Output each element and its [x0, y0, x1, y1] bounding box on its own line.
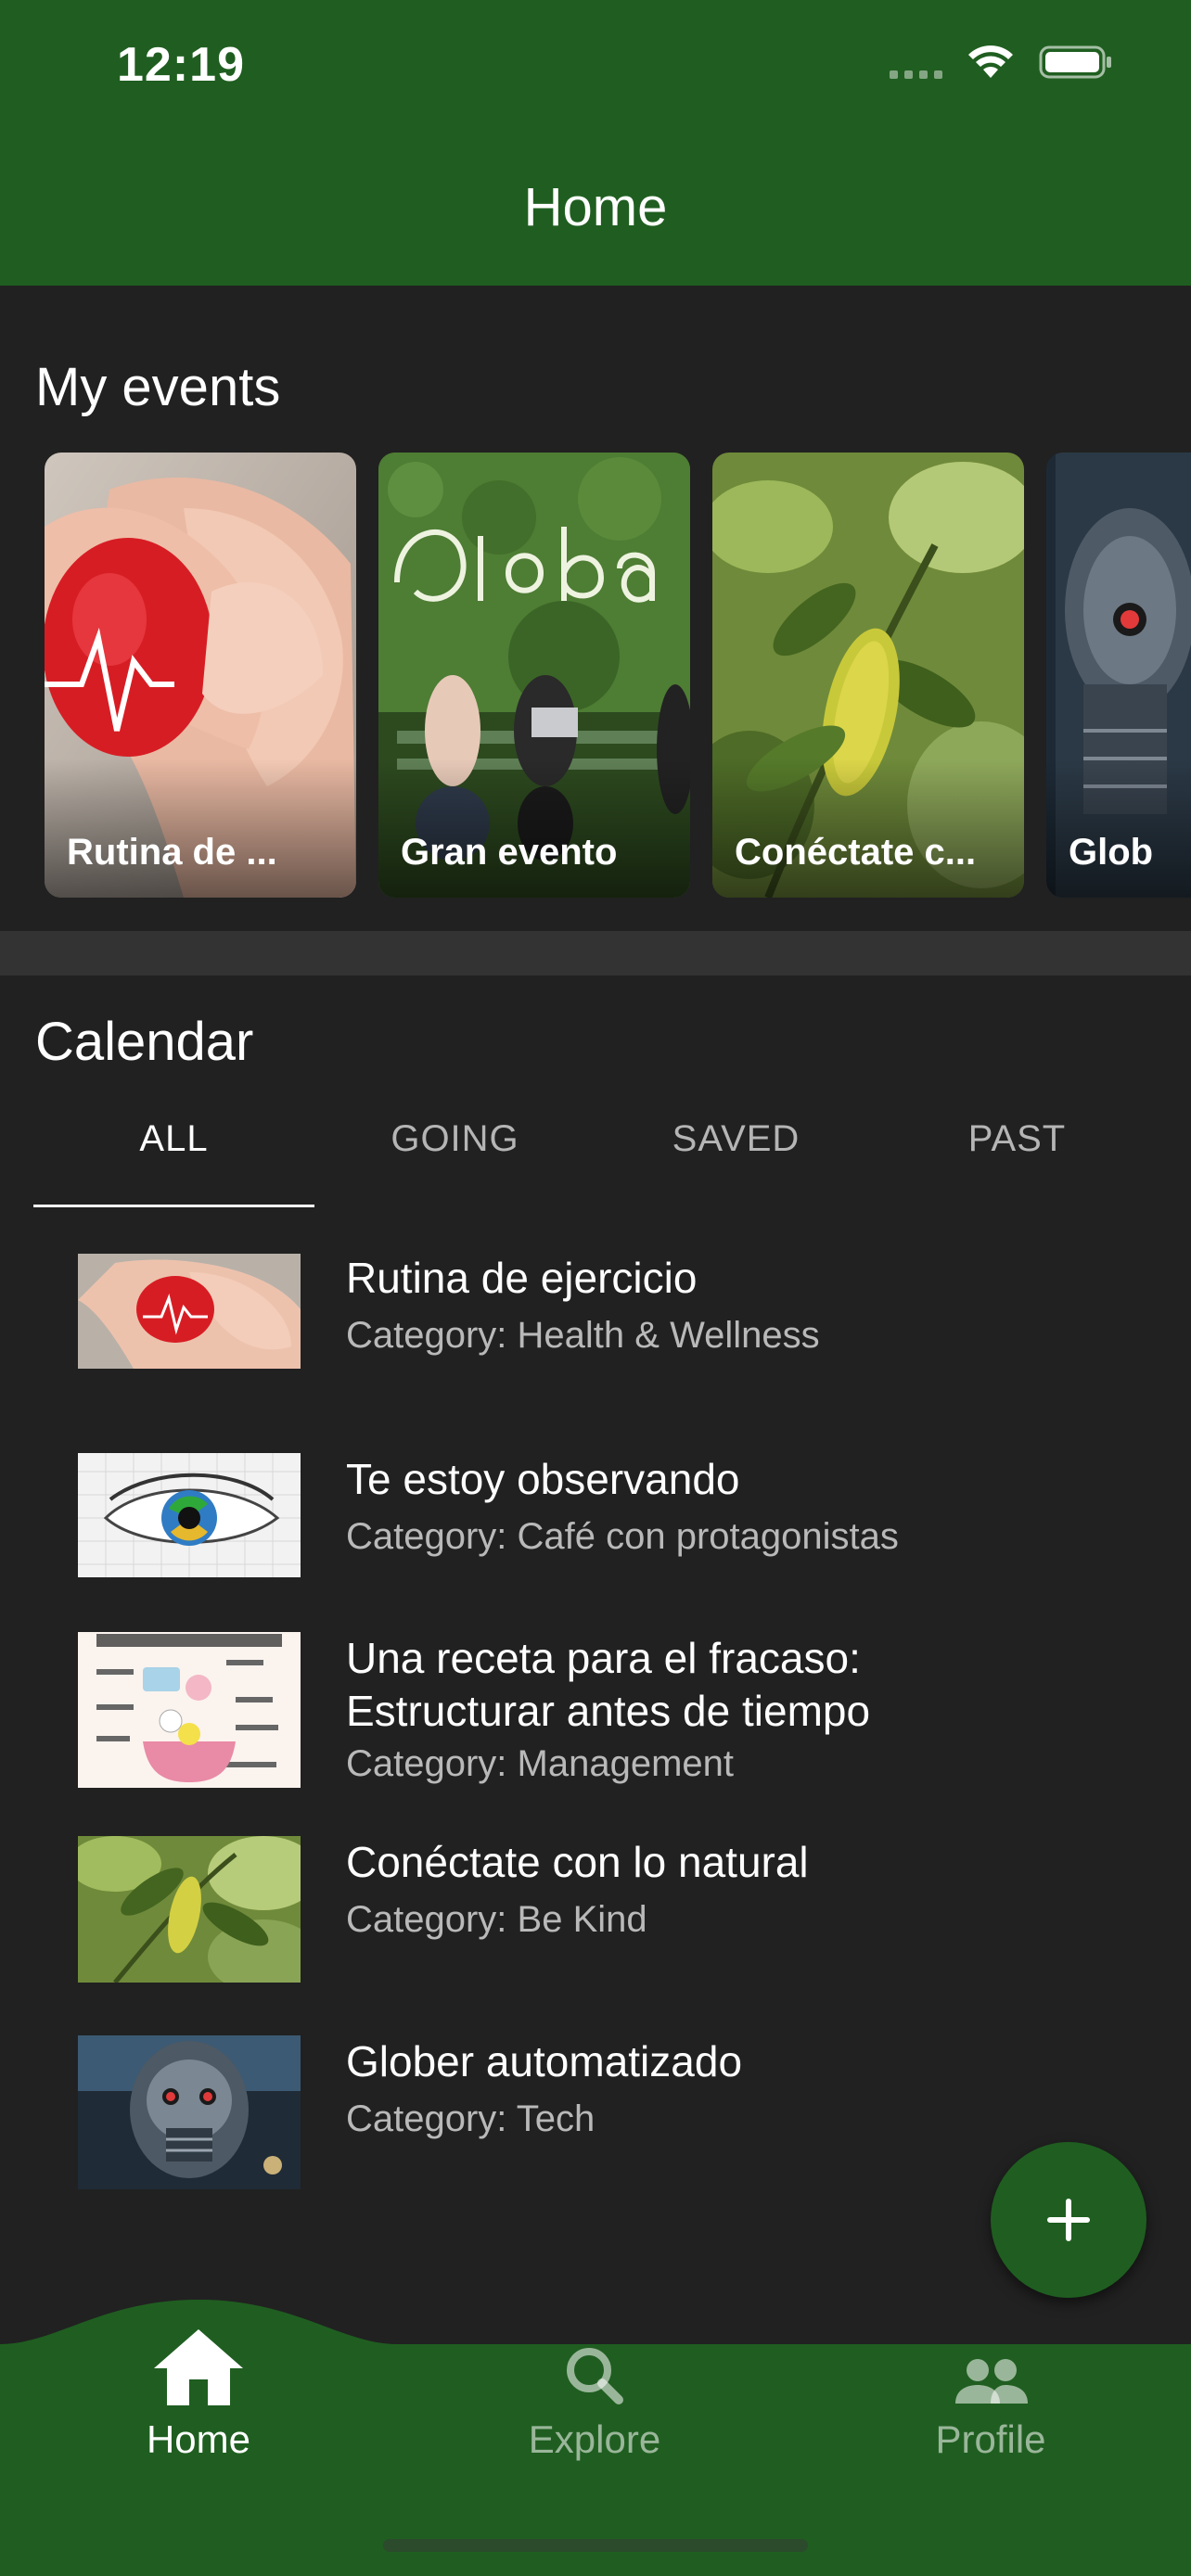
event-card-label: Rutina de ... [67, 832, 277, 873]
home-indicator [383, 2539, 808, 2552]
event-title: Conéctate con lo natural [346, 1838, 809, 1886]
event-card[interactable]: Glob [1046, 453, 1191, 898]
nav-home[interactable]: Home [59, 2327, 338, 2462]
event-card-label: Gran evento [401, 832, 618, 873]
list-item[interactable]: Te estoy observando Category: Café con p… [0, 1433, 1191, 1618]
search-icon [567, 2348, 623, 2404]
my-events-title: My events [35, 357, 281, 417]
event-title: Rutina de ejercicio [346, 1254, 698, 1302]
cellular-signal-icon [890, 45, 942, 79]
event-card-label: Conéctate c... [735, 832, 977, 873]
nav-profile[interactable]: Profile [852, 2327, 1130, 2462]
event-title-line1: Una receta para el fracaso: [346, 1634, 861, 1682]
list-item[interactable]: Una receta para el fracaso: Estructurar … [0, 1632, 1191, 1817]
battery-icon [1039, 45, 1113, 80]
list-item[interactable]: Conéctate con lo natural Category: Be Ki… [0, 1836, 1191, 2021]
event-card[interactable]: Gran evento [378, 453, 690, 898]
event-category: Category: Management [346, 1743, 735, 1784]
event-thumbnail [78, 1836, 301, 1983]
nav-explore[interactable]: Explore [455, 2327, 734, 2462]
event-category: Category: Be Kind [346, 1899, 647, 1940]
calendar-title: Calendar [35, 1012, 254, 1072]
event-title-line2: Estructurar antes de tiempo [346, 1687, 871, 1735]
app-header: 12:19 Home [0, 0, 1191, 286]
nav-profile-label: Profile [935, 2417, 1046, 2461]
event-thumbnail [78, 1254, 301, 1369]
nav-home-label: Home [146, 2417, 251, 2461]
event-thumbnail [78, 1453, 301, 1577]
plus-icon [1047, 2199, 1090, 2241]
event-card-label: Glob [1069, 832, 1154, 873]
event-category: Category: Café con protagonistas [346, 1516, 899, 1557]
event-category: Category: Health & Wellness [346, 1315, 820, 1356]
people-icon [955, 2359, 1028, 2404]
event-title: Glober automatizado [346, 2037, 743, 2085]
event-category: Category: Tech [346, 2098, 596, 2139]
event-card[interactable]: Rutina de ... [45, 453, 356, 898]
add-event-button[interactable] [991, 2142, 1146, 2298]
event-thumbnail [78, 2035, 301, 2189]
calendar-tabs: ALL GOING SAVED PAST [33, 1105, 1158, 1207]
tab-all[interactable]: ALL [33, 1105, 314, 1207]
wifi-icon [967, 45, 1015, 80]
home-icon [154, 2329, 243, 2405]
page-title: Home [523, 177, 668, 237]
section-divider [0, 931, 1191, 976]
status-icons [890, 45, 1113, 80]
my-events-carousel[interactable]: Rutina de ... Gran evento Conéctate c...… [45, 453, 1191, 899]
status-time: 12:19 [117, 38, 245, 92]
bottom-navigation: Home Explore Profile [0, 2300, 1191, 2576]
event-card[interactable]: Conéctate c... [712, 453, 1024, 898]
event-thumbnail [78, 1632, 301, 1788]
nav-explore-label: Explore [528, 2417, 661, 2461]
tab-going[interactable]: GOING [314, 1105, 596, 1207]
list-item[interactable]: Rutina de ejercicio Category: Health & W… [0, 1233, 1191, 1419]
tab-past[interactable]: PAST [877, 1105, 1158, 1207]
tab-saved[interactable]: SAVED [596, 1105, 877, 1207]
event-title: Te estoy observando [346, 1455, 740, 1503]
